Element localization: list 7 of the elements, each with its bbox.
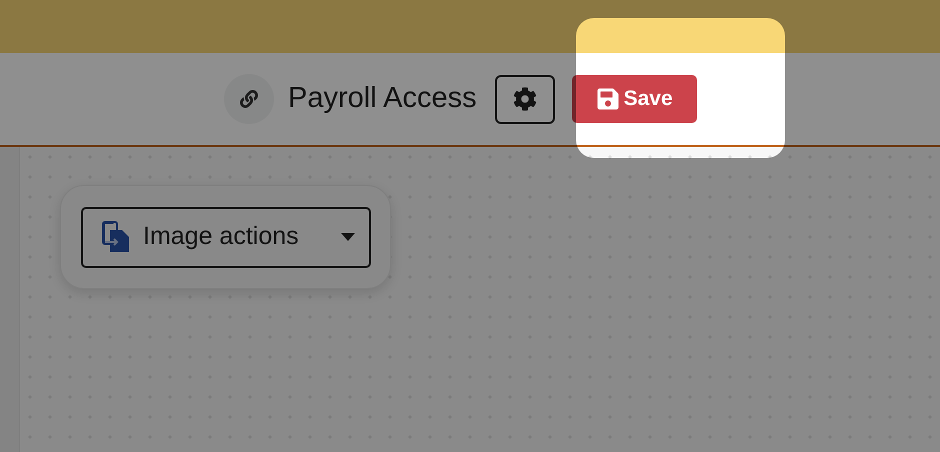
settings-icon bbox=[512, 87, 537, 111]
caret-icon bbox=[341, 233, 355, 241]
settings-button[interactable] bbox=[494, 74, 555, 124]
save-button[interactable]: Save bbox=[572, 75, 697, 123]
link-icon[interactable] bbox=[224, 74, 274, 124]
page-title: Payroll Access bbox=[288, 81, 477, 116]
image-actions-dropdown[interactable]: Image actions bbox=[81, 206, 371, 268]
